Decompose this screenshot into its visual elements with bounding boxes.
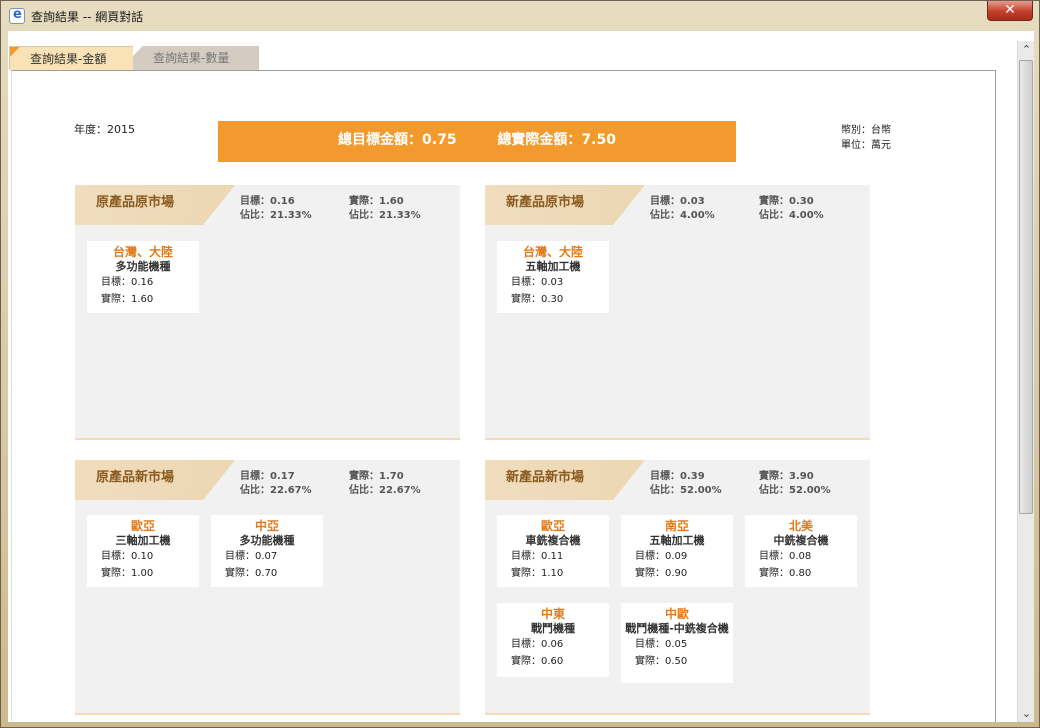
- card-region: 台灣、大陸: [112, 245, 173, 259]
- panel-header: 新產品新市場: [485, 460, 645, 500]
- card-target: 目標：0.06: [511, 639, 564, 650]
- scroll-thumb[interactable]: [1019, 60, 1033, 514]
- card-region: 中東: [540, 607, 565, 621]
- card-region: 中歐: [664, 607, 689, 621]
- card-region: 北美: [788, 519, 813, 533]
- panel-new-product-old-market: 新產品原市場 目標：0.03 佔比：4.00% 實際：0.30 佔比：4.00% 台…: [485, 185, 870, 440]
- card-product: 戰鬥機種-中銑複合機: [625, 622, 729, 635]
- card-region: 南亞: [664, 519, 689, 533]
- tab-amount[interactable]: 查詢結果-金額: [9, 46, 135, 70]
- currency-label: 幣別：台幣: [841, 125, 891, 136]
- card-product: 車銑複合機: [525, 534, 581, 547]
- market-card[interactable]: 中歐 戰鬥機種-中銑複合機 目標：0.05 實際：0.50: [621, 603, 733, 683]
- card-target: 目標：0.16: [101, 277, 154, 288]
- card-target: 目標：0.11: [511, 551, 564, 562]
- card-product: 多功能機種: [239, 534, 295, 547]
- panel-actual: 實際：1.70 佔比：22.67%: [349, 471, 421, 496]
- panel-title: 原產品新市場: [96, 470, 175, 485]
- card-product: 五軸加工機: [649, 534, 705, 547]
- panel-target: 目標：0.39 佔比：52.00%: [650, 471, 722, 496]
- card-product: 中銑複合機: [773, 534, 829, 547]
- vertical-scrollbar[interactable]: ⌃ ⌄: [1017, 41, 1034, 722]
- ie-icon: [9, 7, 25, 24]
- card-actual: 實際：0.70: [225, 568, 278, 579]
- panel-actual: 實際：1.60 佔比：21.33%: [349, 196, 421, 221]
- card-actual: 實際：1.00: [101, 568, 154, 579]
- panel-header: 原產品原市場: [75, 185, 235, 225]
- card-actual: 實際：0.80: [759, 568, 812, 579]
- card-actual: 實際：0.50: [635, 656, 688, 667]
- card-target: 目標：0.09: [635, 551, 688, 562]
- market-card[interactable]: 南亞 五軸加工機 目標：0.09 實際：0.90: [621, 515, 733, 587]
- card-actual: 實際：0.60: [511, 656, 564, 667]
- year-label: 年度：2015: [74, 123, 135, 136]
- card-target: 目標：0.03: [511, 277, 564, 288]
- title-bar: 查詢結果 -- 網頁對話 ✕: [1, 1, 1039, 31]
- card-product: 三軸加工機: [115, 534, 171, 547]
- total-target: 總目標金額：0.75: [338, 132, 457, 148]
- card-region: 中亞: [254, 519, 279, 533]
- card-actual: 實際：1.60: [101, 294, 154, 305]
- chevron-up-icon[interactable]: ⌃: [1018, 41, 1035, 58]
- total-actual: 總實際金額：7.50: [497, 132, 616, 148]
- card-target: 目標：0.10: [101, 551, 154, 562]
- panel-title: 新產品原市場: [506, 195, 585, 210]
- card-actual: 實際：0.90: [635, 568, 688, 579]
- panel-actual: 實際：3.90 佔比：52.00%: [759, 471, 831, 496]
- card-actual: 實際：1.10: [511, 568, 564, 579]
- close-button[interactable]: ✕: [987, 1, 1033, 21]
- panel-target: 目標：0.17 佔比：22.67%: [240, 471, 312, 496]
- panel-actual: 實際：0.30 佔比：4.00%: [759, 196, 824, 221]
- market-card[interactable]: 北美 中銑複合機 目標：0.08 實際：0.80: [745, 515, 857, 587]
- panel-target: 目標：0.16 佔比：21.33%: [240, 196, 312, 221]
- card-region: 歐亞: [130, 519, 155, 533]
- card-region: 台灣、大陸: [522, 245, 583, 259]
- panel-old-product-old-market: 原產品原市場 目標：0.16 佔比：21.33% 實際：1.60 佔比：21.33%…: [75, 185, 460, 440]
- card-actual: 實際：0.30: [511, 294, 564, 305]
- panel-new-product-new-market: 新產品新市場 目標：0.39 佔比：52.00% 實際：3.90 佔比：52.00%…: [485, 460, 870, 715]
- totals-banner: 總目標金額：0.75 總實際金額：7.50: [218, 121, 736, 162]
- card-region: 歐亞: [540, 519, 565, 533]
- unit-label: 單位：萬元: [841, 140, 891, 151]
- card-target: 目標：0.07: [225, 551, 278, 562]
- currency-info: 幣別：台幣 單位：萬元: [841, 123, 891, 153]
- market-card[interactable]: 台灣、大陸 五軸加工機 目標：0.03 實際：0.30: [497, 241, 609, 313]
- market-card[interactable]: 中亞 多功能機種 目標：0.07 實際：0.70: [211, 515, 323, 587]
- panel-old-product-new-market: 原產品新市場 目標：0.17 佔比：22.67% 實際：1.70 佔比：22.67%…: [75, 460, 460, 715]
- card-target: 目標：0.05: [635, 639, 688, 650]
- panel-title: 新產品新市場: [506, 470, 585, 485]
- market-card[interactable]: 中東 戰鬥機種 目標：0.06 實際：0.60: [497, 603, 609, 677]
- market-card[interactable]: 歐亞 車銑複合機 目標：0.11 實際：1.10: [497, 515, 609, 587]
- window-title: 查詢結果 -- 網頁對話: [31, 10, 144, 24]
- chevron-down-icon[interactable]: ⌄: [1018, 705, 1035, 722]
- tab-quantity[interactable]: 查詢結果-數量: [133, 46, 259, 70]
- tab-bar: 查詢結果-金額 查詢結果-數量: [8, 46, 1008, 70]
- market-card[interactable]: 歐亞 三軸加工機 目標：0.10 實際：1.00: [87, 515, 199, 587]
- card-product: 五軸加工機: [525, 260, 581, 273]
- card-product: 戰鬥機種: [531, 622, 575, 635]
- card-target: 目標：0.08: [759, 551, 812, 562]
- panel-header: 新產品原市場: [485, 185, 645, 225]
- panel-target: 目標：0.03 佔比：4.00%: [650, 196, 715, 221]
- card-product: 多功能機種: [115, 260, 171, 273]
- panel-title: 原產品原市場: [96, 195, 175, 210]
- dialog-window: 查詢結果 -- 網頁對話 ✕ 查詢結果-金額 查詢結果-數量 ⌃ ⌄ 年度：20…: [0, 0, 1040, 728]
- panel-header: 原產品新市場: [75, 460, 235, 500]
- market-card[interactable]: 台灣、大陸 多功能機種 目標：0.16 實際：1.60: [87, 241, 199, 313]
